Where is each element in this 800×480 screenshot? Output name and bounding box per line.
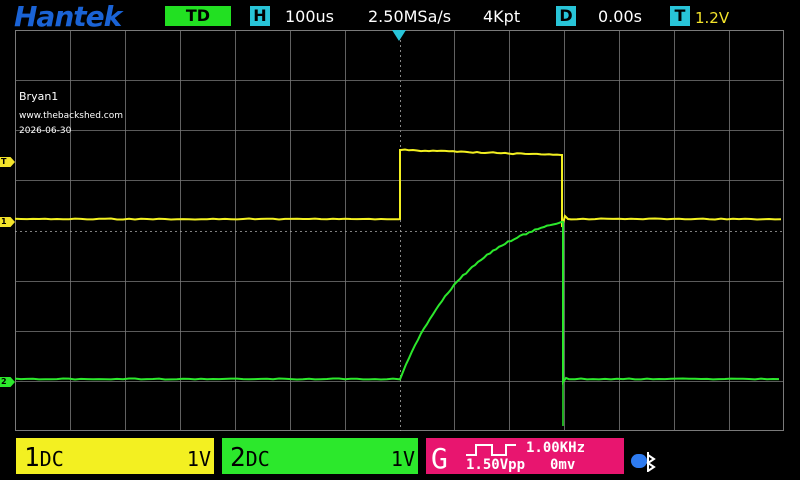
- graticule-border: [16, 31, 784, 431]
- ch1-label: 1DC: [24, 443, 64, 473]
- trigger-level-marker[interactable]: T: [0, 157, 15, 167]
- bluetooth-icon: [630, 450, 658, 472]
- square-wave-icon: [466, 443, 516, 457]
- brand-logo: Hantek: [14, 0, 121, 33]
- generator-amplitude: 1.50Vpp: [466, 457, 525, 473]
- generator-offset: 0mv: [550, 457, 575, 473]
- graticule: [15, 30, 784, 431]
- ch2-ground-marker[interactable]: 2: [0, 377, 15, 387]
- bottom-channel-bar: 1DC 1V 2DC 1V G 1.00KHz 1.50Vpp 0mv: [0, 434, 800, 480]
- ch1-waveform: [15, 150, 781, 228]
- ch1-ground-marker[interactable]: 1: [0, 217, 15, 227]
- ch1-scale: 1V: [187, 447, 211, 471]
- user-label: Bryan1: [19, 90, 58, 103]
- top-status-bar: Hantek TD H 100us 2.50MSa/s 4Kpt D 0.00s…: [0, 0, 800, 32]
- ch1-settings[interactable]: 1DC 1V: [16, 438, 214, 474]
- ch2-label: 2DC: [230, 443, 270, 473]
- ch2-scale: 1V: [391, 447, 415, 471]
- generator-settings[interactable]: G 1.00KHz 1.50Vpp 0mv: [426, 438, 624, 474]
- memory-depth-value: 4Kpt: [483, 7, 520, 26]
- sample-rate-value: 2.50MSa/s: [368, 7, 451, 26]
- waveform-display[interactable]: [15, 30, 784, 431]
- trigger-mode-badge[interactable]: TD: [165, 6, 231, 26]
- generator-label: G: [431, 442, 448, 475]
- trigger-icon: T: [670, 6, 690, 26]
- trigger-level-value[interactable]: 1.2V: [695, 9, 729, 27]
- timebase-icon: H: [250, 6, 270, 26]
- delay-icon: D: [556, 6, 576, 26]
- ch2-waveform: [15, 222, 779, 382]
- timebase-value[interactable]: 100us: [285, 7, 334, 26]
- website-label: www.thebackshed.com: [19, 111, 123, 121]
- delay-value[interactable]: 0.00s: [598, 7, 642, 26]
- ch2-settings[interactable]: 2DC 1V: [222, 438, 418, 474]
- generator-frequency: 1.00KHz: [526, 440, 585, 456]
- date-label: 2026-06-30: [19, 126, 71, 136]
